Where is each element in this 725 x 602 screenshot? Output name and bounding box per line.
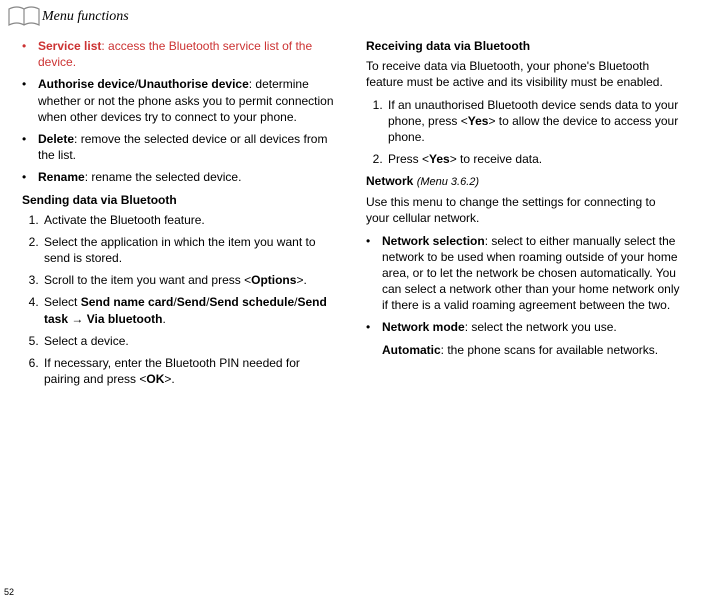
right-column: Receiving data via Bluetooth To receive … — [366, 38, 682, 393]
left-column: Service list: access the Bluetooth servi… — [22, 38, 338, 393]
step-4: Select Send name card/Send/Send schedule… — [42, 294, 338, 326]
network-mode-sub: Automatic: the phone scans for available… — [366, 342, 682, 358]
text: Scroll to the item you want and press < — [44, 273, 251, 287]
heading-receiving: Receiving data via Bluetooth — [366, 38, 682, 54]
rstep-1: If an unauthorised Bluetooth device send… — [386, 97, 682, 146]
opt-e: Via bluetooth — [87, 312, 163, 326]
network-bullets: Network selection: select to either manu… — [366, 233, 682, 336]
bullet-authorise: Authorise device/Unauthorise device: det… — [22, 76, 338, 125]
network-body: Use this menu to change the settings for… — [366, 194, 682, 226]
yes-label: Yes — [429, 152, 450, 166]
bullet-list: Service list: access the Bluetooth servi… — [22, 38, 338, 186]
page-number: 52 — [4, 586, 14, 598]
text: Press < — [388, 152, 429, 166]
text: > to receive data. — [450, 152, 542, 166]
opt-a: Send name card — [81, 295, 174, 309]
term: Network mode — [382, 320, 465, 334]
opt-c: Send schedule — [209, 295, 294, 309]
bullet-rename: Rename: rename the selected device. — [22, 169, 338, 185]
opt-b: Send — [177, 295, 206, 309]
steps-receiving: If an unauthorised Bluetooth device send… — [366, 97, 682, 168]
term2: Unauthorise device — [138, 77, 249, 91]
text: . — [162, 312, 165, 326]
bullet-delete: Delete: remove the selected device or al… — [22, 131, 338, 163]
bullet-network-selection: Network selection: select to either manu… — [366, 233, 682, 314]
receiving-body: To receive data via Bluetooth, your phon… — [366, 58, 682, 90]
term: Rename — [38, 170, 85, 184]
bullet-network-mode: Network mode: select the network you use… — [366, 319, 682, 335]
desc: : select the network you use. — [465, 320, 617, 334]
desc: : remove the selected device or all devi… — [38, 132, 327, 162]
options-label: Options — [251, 273, 296, 287]
step-1: Activate the Bluetooth feature. — [42, 212, 338, 228]
rstep-2: Press <Yes> to receive data. — [386, 151, 682, 167]
desc: : the phone scans for available networks… — [441, 343, 658, 357]
network-title: Network — [366, 174, 413, 188]
step-3: Scroll to the item you want and press <O… — [42, 272, 338, 288]
step-5: Select a device. — [42, 333, 338, 349]
desc: : rename the selected device. — [85, 170, 242, 184]
ok-label: OK — [146, 372, 164, 386]
text: Select — [44, 295, 81, 309]
text: >. — [164, 372, 174, 386]
section-title: Menu functions — [42, 8, 129, 27]
heading-sending: Sending data via Bluetooth — [22, 192, 338, 208]
book-icon — [8, 6, 40, 28]
step-2: Select the application in which the item… — [42, 234, 338, 266]
page-header: Menu functions — [0, 0, 725, 28]
yes-label: Yes — [468, 114, 489, 128]
content-columns: Service list: access the Bluetooth servi… — [0, 28, 725, 393]
heading-network: Network (Menu 3.6.2) — [366, 173, 682, 190]
term: Automatic — [382, 343, 441, 357]
term: Delete — [38, 132, 74, 146]
steps-sending: Activate the Bluetooth feature. Select t… — [22, 212, 338, 388]
step-6: If necessary, enter the Bluetooth PIN ne… — [42, 355, 338, 387]
menu-ref: (Menu 3.6.2) — [417, 176, 479, 188]
arrow: → — [68, 312, 87, 326]
text: >. — [296, 273, 306, 287]
term: Authorise device — [38, 77, 135, 91]
term: Network selection — [382, 234, 485, 248]
term: Service list — [38, 39, 101, 53]
bullet-service-list: Service list: access the Bluetooth servi… — [22, 38, 338, 70]
